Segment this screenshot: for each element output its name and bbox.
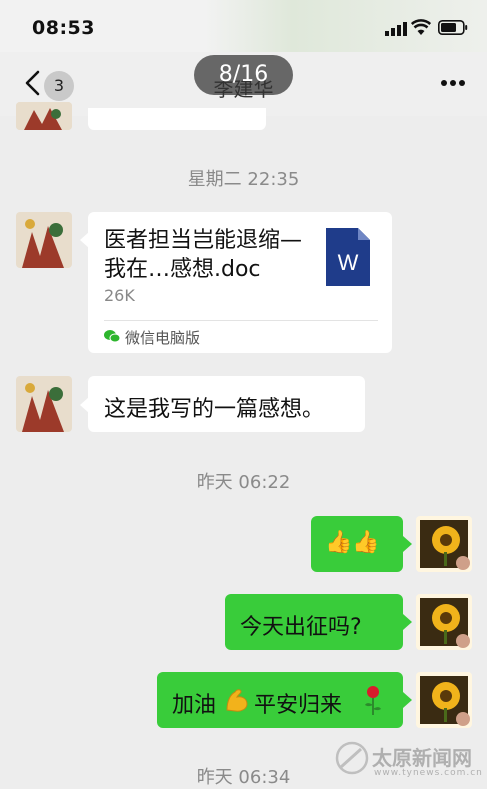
wechat-icon <box>104 330 120 343</box>
file-source-label: 微信电脑版 <box>125 329 201 347</box>
file-size: 26K <box>104 286 135 305</box>
contact-avatar[interactable] <box>16 212 72 268</box>
image-pager-indicator: 8/16 <box>194 55 293 95</box>
rose-icon <box>365 686 381 715</box>
word-icon-letter: W <box>338 250 359 275</box>
sent-message[interactable]: 加油 平安归来 <box>157 672 403 728</box>
file-name: 医者担当岂能退缩—我在…感想.doc <box>104 228 303 282</box>
contact-avatar[interactable] <box>16 376 72 432</box>
news-site-logo-icon <box>335 741 369 775</box>
wifi-icon <box>411 19 431 35</box>
flexed-biceps-icon <box>226 689 248 712</box>
watermark-url: www.tynews.com.cn <box>374 768 483 778</box>
word-document-icon: W <box>326 228 370 286</box>
file-message[interactable]: 医者担当岂能退缩—我在…感想.doc 26K W 微信电脑版 <box>88 212 392 353</box>
status-bar: 08:53 <box>0 0 487 52</box>
cellular-signal-icon <box>385 22 407 36</box>
timestamp: 星期二 22:35 <box>187 169 300 190</box>
battery-icon <box>438 20 468 35</box>
sent-message[interactable]: 今天出征吗? <box>225 594 403 650</box>
timestamp: 昨天 06:22 <box>196 472 291 493</box>
message-text: 这是我写的一篇感想。 <box>104 397 325 422</box>
more-options-icon[interactable] <box>440 78 466 88</box>
message-bubble-partial[interactable] <box>88 108 266 130</box>
my-avatar[interactable] <box>416 672 472 728</box>
sent-message[interactable]: 👍👍 <box>311 516 403 572</box>
my-avatar[interactable] <box>416 516 472 572</box>
bubble-tail <box>403 692 412 708</box>
my-avatar[interactable] <box>416 594 472 650</box>
contact-avatar[interactable] <box>16 102 72 130</box>
message-text-part: 加油 <box>172 693 217 718</box>
bubble-tail <box>403 536 412 552</box>
message-text: 👍👍 <box>325 530 380 555</box>
status-time: 08:53 <box>32 17 95 39</box>
message-text: 今天出征吗? <box>240 615 362 640</box>
watermark-text: 太原新闻网 <box>372 746 472 770</box>
bubble-tail <box>403 614 412 630</box>
text-message[interactable]: 这是我写的一篇感想。 <box>88 376 365 432</box>
message-text-part: 平安归来 <box>254 693 343 718</box>
divider <box>104 320 378 321</box>
